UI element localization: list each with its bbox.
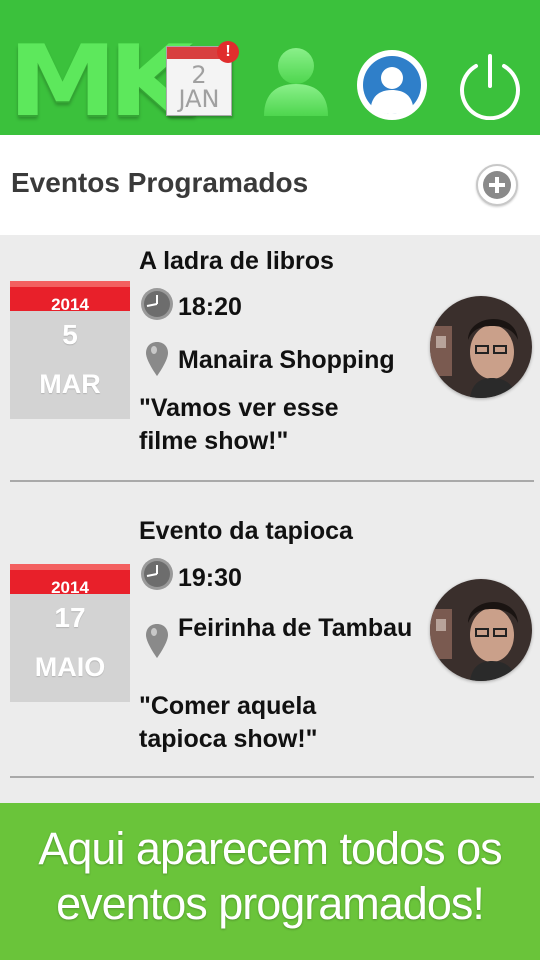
event-note: "Comer aquela tapioca show!" xyxy=(139,692,318,753)
location-pin-icon xyxy=(146,624,168,658)
event-month: MAIO xyxy=(34,652,106,682)
notification-badge: ! xyxy=(217,41,239,63)
avatar-photo xyxy=(430,296,532,398)
add-event-button[interactable] xyxy=(476,164,518,206)
profile-icon[interactable] xyxy=(357,50,427,120)
avatar-photo xyxy=(430,579,532,681)
event-day: 5 xyxy=(62,319,78,350)
section-header: Eventos Programados xyxy=(0,135,540,235)
event-title: Evento da tapioca xyxy=(139,517,353,545)
divider xyxy=(10,776,534,778)
event-title: A ladra de libros xyxy=(139,247,334,275)
user-icon[interactable] xyxy=(262,46,330,116)
event-day: 17 xyxy=(54,602,86,633)
event-location: Manaira Shopping xyxy=(178,346,395,374)
profile-glyph-icon xyxy=(363,56,421,114)
app-logo[interactable]: MK xyxy=(8,33,193,131)
clock-icon xyxy=(141,288,173,320)
avatar[interactable] xyxy=(430,579,532,681)
event-location: Feirinha de Tambau xyxy=(178,614,413,642)
info-banner: Aqui aparecem todos os eventos programad… xyxy=(0,803,540,960)
event-year: 2014 xyxy=(10,564,130,597)
page-title: Eventos Programados xyxy=(11,167,309,198)
power-icon[interactable] xyxy=(456,52,524,120)
avatar[interactable] xyxy=(430,296,532,398)
banner-text: Aqui aparecem todos os eventos programad… xyxy=(38,823,502,929)
top-bar: MK 2 JAN ! xyxy=(0,0,540,135)
event-date-card: 2014 5 MAR xyxy=(10,281,130,419)
event-month: MAR xyxy=(39,369,101,399)
event-time: 18:20 xyxy=(178,293,242,321)
calendar-icon-month: JAN xyxy=(178,85,220,113)
event-year: 2014 xyxy=(10,281,130,314)
event-note: "Vamos ver esse filme show!" xyxy=(139,394,339,455)
location-pin-icon xyxy=(146,342,168,376)
divider xyxy=(10,480,534,482)
event-date-card: 2014 17 MAIO xyxy=(10,564,130,702)
clock-icon xyxy=(141,558,173,590)
plus-circle-icon xyxy=(483,171,511,199)
calendar-icon[interactable]: 2 JAN ! xyxy=(166,41,239,116)
event-time: 19:30 xyxy=(178,564,242,592)
